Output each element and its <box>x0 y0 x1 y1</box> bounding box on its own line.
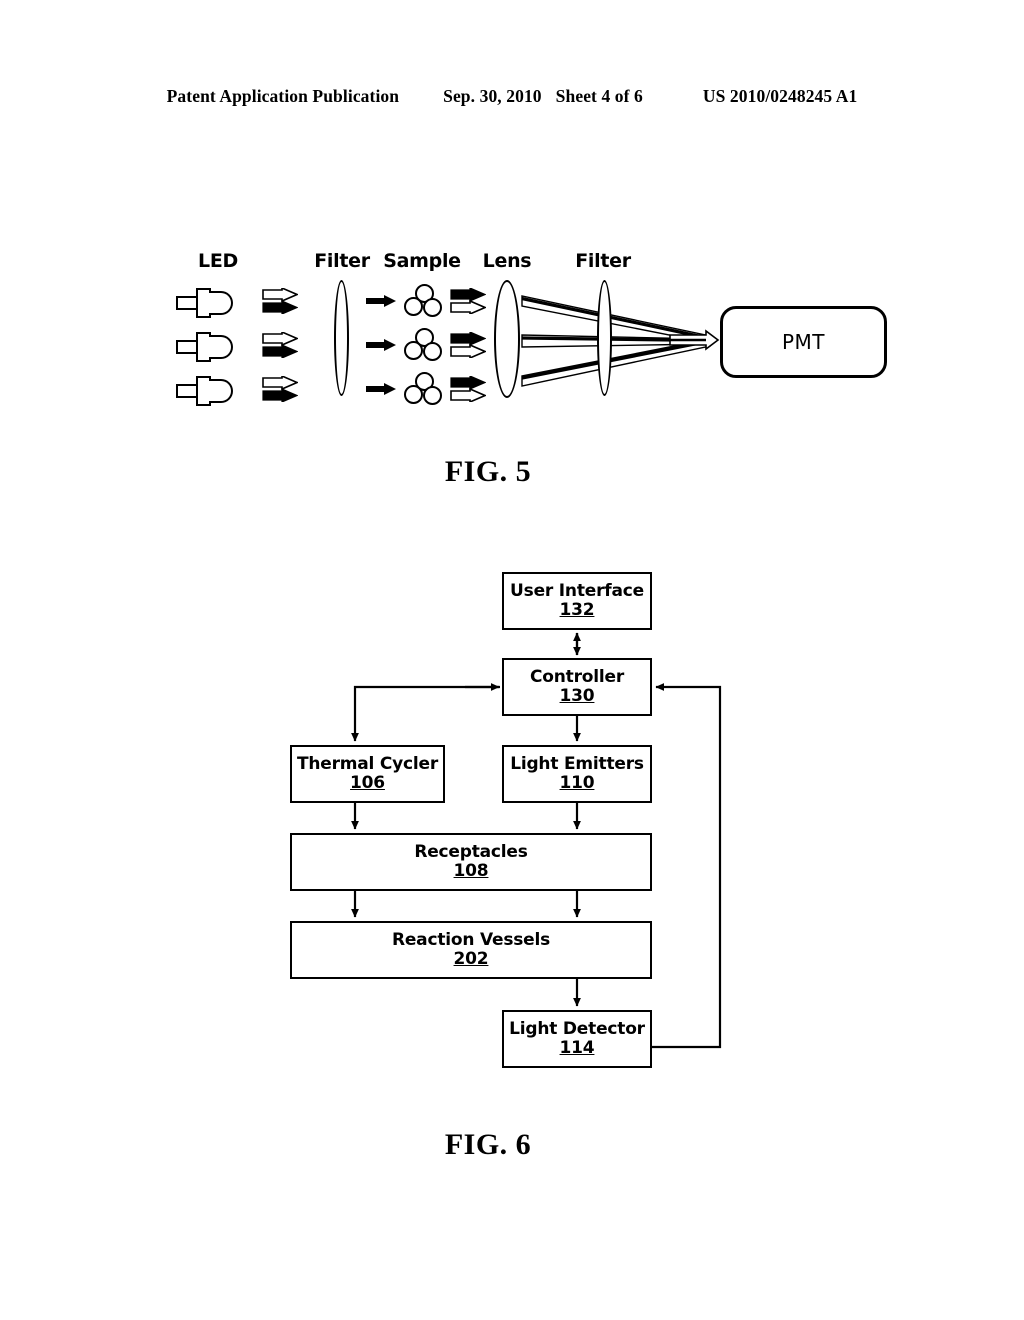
header-publication-date: Sep. 30, 2010 <box>443 86 542 106</box>
block-controller-label: Controller <box>529 666 624 687</box>
block-light-emitters[interactable]: Light Emitters 110 <box>502 745 652 803</box>
block-thermal-cycler-ref: 106 <box>350 773 385 793</box>
pmt-detector-box: PMT <box>720 306 887 378</box>
header-sheet-number: Sheet 4 of 6 <box>555 86 643 106</box>
block-light-detector-label: Light Detector <box>509 1018 645 1039</box>
figure-6-block-diagram: User Interface 132 Controller 130 Therma… <box>260 555 760 1100</box>
header-publication-title: Patent Application Publication <box>166 86 400 106</box>
block-light-emitters-ref: 110 <box>559 773 595 793</box>
header-document-number: US 2010/0248245 A1 <box>702 86 858 106</box>
block-thermal-cycler[interactable]: Thermal Cycler 106 <box>290 745 445 803</box>
block-user-interface-label: User Interface <box>510 580 644 601</box>
block-reaction-vessels-label: Reaction Vessels <box>391 929 551 950</box>
block-reaction-vessels-ref: 202 <box>453 949 489 969</box>
block-light-detector-ref: 114 <box>559 1038 595 1058</box>
pmt-label: PMT <box>781 330 826 354</box>
block-controller[interactable]: Controller 130 <box>502 658 652 716</box>
block-reaction-vessels[interactable]: Reaction Vessels 202 <box>290 921 652 979</box>
page-header: Patent Application Publication Sep. 30, … <box>0 86 1024 116</box>
block-receptacles-ref: 108 <box>453 861 489 881</box>
block-controller-ref: 130 <box>559 686 595 706</box>
block-receptacles[interactable]: Receptacles 108 <box>290 833 652 891</box>
figure-5-caption: FIG. 5 <box>444 455 532 488</box>
block-light-detector[interactable]: Light Detector 114 <box>502 1010 652 1068</box>
block-user-interface[interactable]: User Interface 132 <box>502 572 652 630</box>
block-receptacles-label: Receptacles <box>414 841 528 862</box>
block-thermal-cycler-label: Thermal Cycler <box>296 753 439 774</box>
figure-6-caption: FIG. 6 <box>444 1128 532 1161</box>
block-light-emitters-label: Light Emitters <box>510 753 644 774</box>
emission-filter-icon <box>597 280 612 396</box>
block-user-interface-ref: 132 <box>559 600 595 620</box>
